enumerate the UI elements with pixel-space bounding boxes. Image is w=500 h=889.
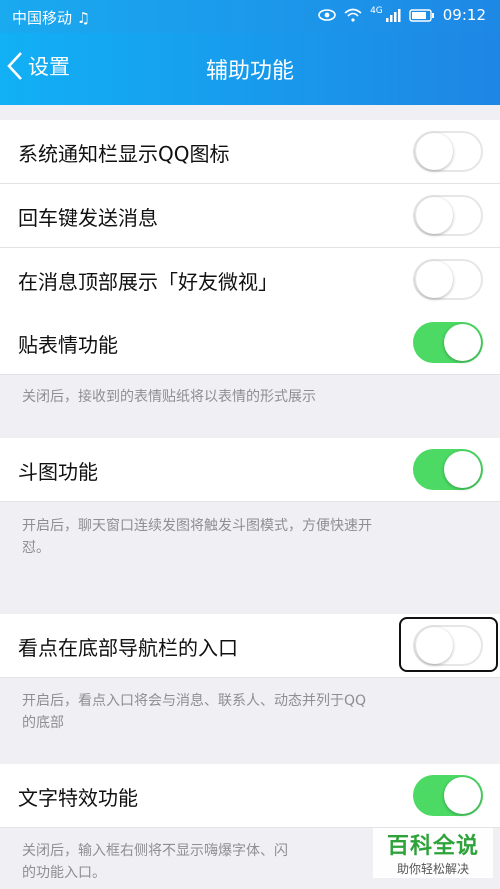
toggle-friend-weishi[interactable]: [413, 259, 483, 300]
watermark-title: 百科全说: [386, 834, 479, 859]
note-text: 关闭后，接收到的表情贴纸将以表情的形式展示: [22, 389, 316, 405]
signal-icon: [385, 9, 401, 22]
note-sticker: 关闭后，接收到的表情贴纸将以表情的形式展示: [0, 386, 500, 408]
toggle-enter-send[interactable]: [413, 195, 483, 236]
row-label: 回车键发送消息: [18, 206, 158, 230]
toggle-qq-notification-icon[interactable]: [413, 131, 483, 172]
nav-bar: 设置 辅助功能: [0, 33, 500, 105]
row-text-effect: 文字特效功能: [0, 764, 500, 828]
music-note-icon: ♫: [76, 9, 91, 27]
carrier-name: 中国移动: [12, 9, 73, 27]
row-qq-notification-icon: 系统通知栏显示QQ图标: [0, 120, 500, 184]
toggle-knob: [444, 451, 481, 488]
row-sticker: 贴表情功能: [0, 311, 500, 375]
toggle-knob: [416, 261, 453, 298]
note-doutu: 开启后，聊天窗口连续发图将触发斗图模式，方便快速开 怼。: [0, 515, 500, 559]
note-text: 怼。: [22, 540, 50, 556]
row-label: 看点在底部导航栏的入口: [18, 636, 238, 660]
row-label: 文字特效功能: [18, 786, 138, 810]
note-kandian: 开启后，看点入口将会与消息、联系人、动态并列于QQ 的底部: [0, 690, 500, 734]
highlight-box: [399, 617, 498, 672]
toggle-sticker[interactable]: [413, 322, 483, 363]
battery-icon: [409, 8, 434, 22]
wifi-icon: [344, 8, 362, 22]
note-text: 的底部: [22, 715, 64, 731]
row-label: 贴表情功能: [18, 333, 118, 357]
row-label: 在消息顶部展示「好友微视」: [18, 270, 278, 294]
note-text: 开启后，看点入口将会与消息、联系人、动态并列于QQ: [22, 693, 367, 709]
row-doutu: 斗图功能: [0, 438, 500, 502]
toggle-text-effect[interactable]: [413, 775, 483, 816]
status-right: 4G 09:12: [318, 6, 486, 24]
toggle-knob: [416, 197, 453, 234]
network-type: 4G: [370, 6, 383, 16]
row-label: 系统通知栏显示QQ图标: [18, 142, 230, 166]
toggle-knob: [444, 324, 481, 361]
status-time: 09:12: [442, 6, 486, 24]
watermark: 百科全说 助你轻松解决: [373, 828, 493, 878]
toggle-knob: [444, 777, 481, 814]
toggle-doutu[interactable]: [413, 449, 483, 490]
status-bar: 中国移动 ♫ 4G 09:12: [0, 0, 500, 33]
row-enter-send: 回车键发送消息: [0, 184, 500, 248]
note-text: 开启后，聊天窗口连续发图将触发斗图模式，方便快速开: [22, 518, 372, 534]
status-left: 中国移动 ♫: [12, 7, 90, 28]
row-friend-weishi: 在消息顶部展示「好友微视」: [0, 248, 500, 312]
toggle-knob: [416, 133, 453, 170]
row-label: 斗图功能: [18, 460, 98, 484]
eye-icon: [318, 9, 336, 21]
page-title: 辅助功能: [205, 59, 294, 84]
watermark-subtitle: 助你轻松解决: [396, 862, 469, 876]
